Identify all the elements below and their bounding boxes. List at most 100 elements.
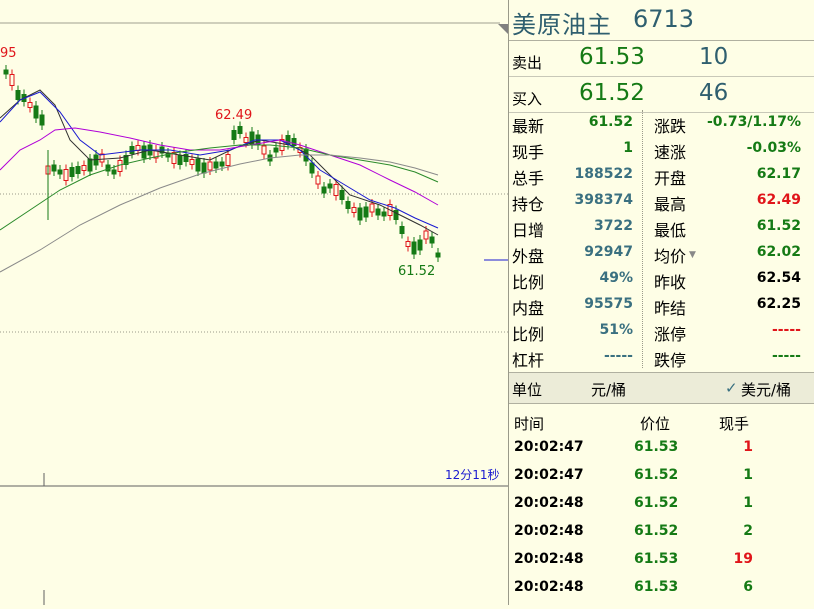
stat-left-label: 杠杆 [512,351,545,370]
candle-body [111,169,117,175]
candle-body [381,211,387,217]
candle-body [291,138,297,146]
stat-right-value: -0.03% [746,140,801,156]
trade-price: 61.53 [634,439,679,455]
candle-body [33,105,39,119]
candle-body [57,169,63,175]
unit-option-yuan[interactable]: 元/桶 [591,379,626,400]
ma-line-green [0,144,439,231]
instrument-code: 6713 [633,5,695,33]
candle-body [399,226,405,234]
stat-right-label: 均价 [654,247,687,266]
trade-time: 20:02:47 [514,439,584,455]
trade-price: 61.52 [634,467,679,483]
candle-body [411,241,417,255]
chart-left-price-label: 95 [0,46,17,61]
stat-right-label: 昨结 [654,299,687,318]
stats-row: 比例 49% 昨收 62.54 [509,266,814,292]
candle-body [243,137,249,143]
stat-right-label: 昨收 [654,273,687,292]
stats-row: 外盘 92947 均价 62.02 ▼ [509,240,814,266]
stat-left-label: 比例 [512,273,545,292]
candle-body [339,190,345,200]
candle-body [351,207,357,213]
stat-right-value: ----- [771,348,801,364]
candle-body [9,74,15,86]
chart-low-label: 61.52 [398,264,436,279]
candle-body [69,167,75,177]
stat-right-value: 62.54 [756,270,801,286]
candle-body [363,206,369,218]
ask-volume: 10 [699,44,729,70]
stat-left-value: 61.52 [588,114,633,130]
stat-right-label: 跌停 [654,351,687,370]
trade-row: 20:02:48 61.52 2 [509,520,814,548]
candle-body [51,164,57,172]
stat-left-value: 398374 [574,192,633,208]
candle-body [375,208,381,216]
candle-body [87,158,93,172]
stat-left-label: 日增 [512,221,545,240]
stats-row: 比例 51% 涨停 ----- [509,318,814,344]
candle-body [357,207,363,221]
trade-row: 20:02:47 61.52 1 [509,464,814,492]
unit-bar[interactable]: 单位 元/桶 ✓ 美元/桶 [509,372,814,404]
candle-body [423,230,429,240]
candle-body [333,184,339,196]
candle-body [129,146,135,154]
stat-left-value: 188522 [574,166,633,182]
candle-body [195,158,201,172]
stat-left-value: 3722 [594,218,633,234]
candle-body [261,145,267,155]
bar-countdown-timer: 12分11秒 [445,468,500,482]
candle-body [117,160,123,172]
candle-body [237,126,243,134]
candle-body [207,161,213,171]
candlestick-chart[interactable] [0,0,508,605]
ask-price: 61.53 [579,44,645,70]
dropdown-arrow-icon[interactable]: ▼ [689,250,696,260]
bid-label: 买入 [512,90,543,108]
trades-header-price: 价位 [640,415,671,433]
bid-row: 买入 61.52 46 [509,76,814,113]
candle-body [177,155,183,165]
candle-body [189,159,195,165]
stat-left-label: 现手 [512,143,545,162]
trade-price: 61.52 [634,523,679,539]
stat-right-label: 涨停 [654,325,687,344]
stat-right-label: 速涨 [654,143,687,162]
trade-time: 20:02:48 [514,551,584,567]
stat-right-label: 开盘 [654,169,687,188]
stat-right-value: 61.52 [756,218,801,234]
stat-left-value: 95575 [584,296,633,312]
candle-body [417,239,423,251]
stat-right-value: 62.25 [756,296,801,312]
candle-body [219,161,225,167]
stats-row: 内盘 95575 昨结 62.25 [509,292,814,318]
stat-left-label: 内盘 [512,299,545,318]
instrument-name: 美原油主 [512,11,612,39]
stat-right-value: 62.02 [756,244,801,260]
trade-qty: 1 [743,439,753,455]
candle-body [327,183,333,189]
stat-left-value: 51% [599,322,633,338]
ask-label: 卖出 [512,54,543,72]
candle-body [213,161,219,169]
stat-right-value: 62.49 [756,192,801,208]
candle-body [27,102,33,108]
stats-row: 杠杆 ----- 跌停 ----- [509,344,814,370]
trade-row: 20:02:48 61.52 1 [509,492,814,520]
stat-left-label: 总手 [512,169,545,188]
kline-chart-area[interactable]: 95 62.49 61.52 12分11秒 [0,0,508,605]
candle-body [75,166,81,174]
trade-price: 61.53 [634,579,679,595]
candle-body [81,165,87,171]
bid-price: 61.52 [579,80,645,106]
stat-left-value: ----- [603,348,633,364]
stats-row: 最新 61.52 涨跌 -0.73/1.17% [509,110,814,136]
candle-body [201,162,207,174]
unit-option-usd[interactable]: 美元/桶 [741,379,791,400]
candle-body [345,201,351,209]
stat-left-label: 比例 [512,325,545,344]
trade-row: 20:02:48 61.53 6 [509,576,814,604]
